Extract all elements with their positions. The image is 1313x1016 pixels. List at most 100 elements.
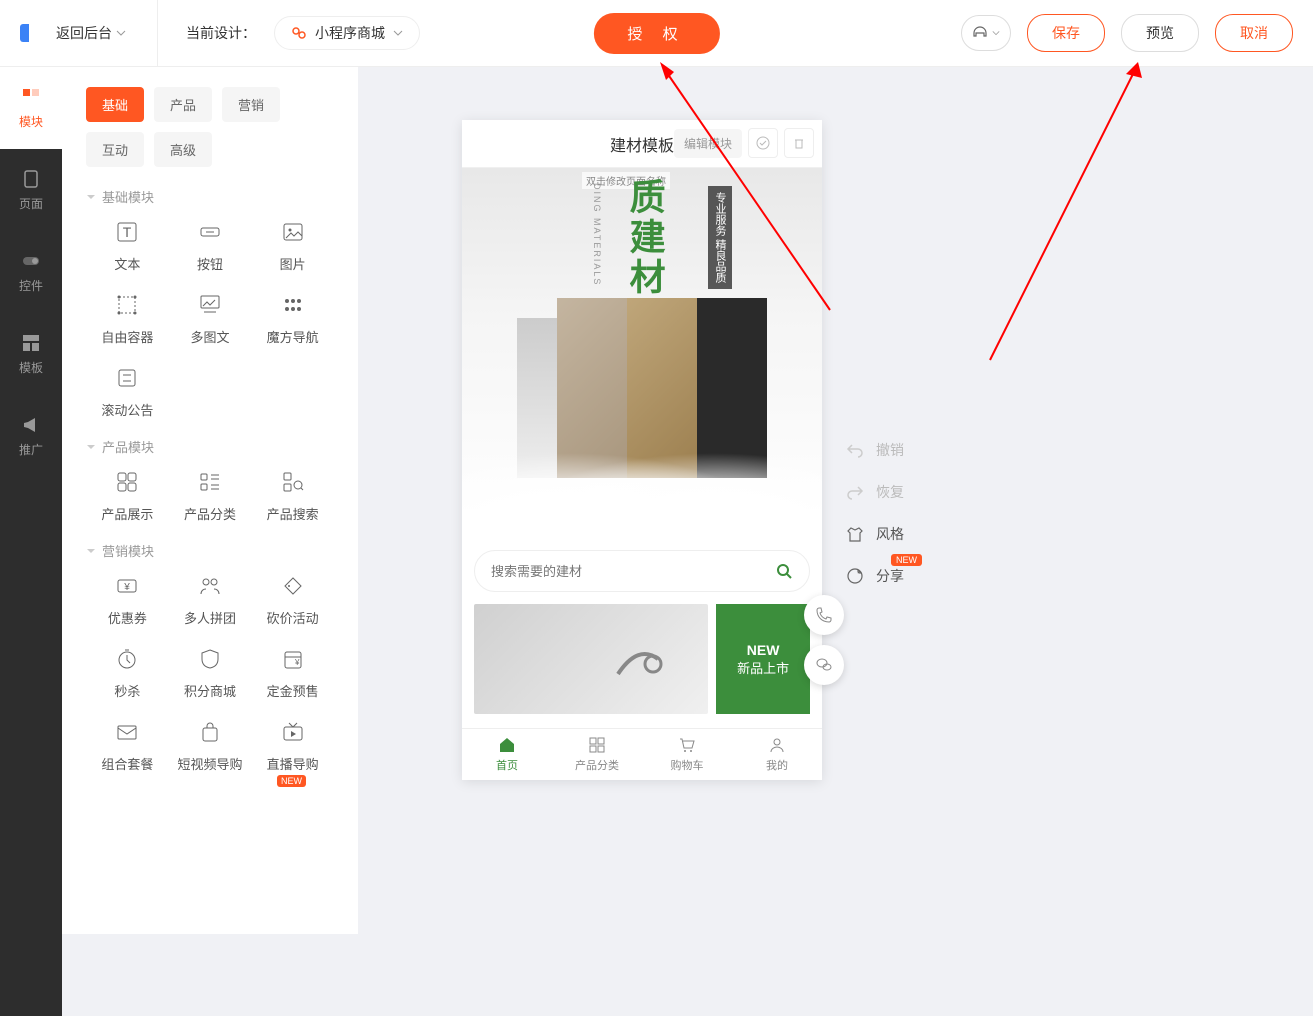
confirm-icon-button[interactable] xyxy=(748,128,778,158)
module-live[interactable]: 直播导购 xyxy=(251,720,334,773)
module-magic-nav[interactable]: 魔方导航 xyxy=(251,293,334,346)
phone-tabbar: 首页 产品分类 购物车 我的 xyxy=(462,728,822,780)
button-icon xyxy=(198,220,222,244)
section-title-basic[interactable]: 基础模块 xyxy=(86,187,334,206)
headset-icon xyxy=(972,25,988,41)
module-button[interactable]: 按钮 xyxy=(169,220,252,273)
search-input[interactable] xyxy=(491,564,775,579)
caret-down-icon xyxy=(86,442,96,452)
flash-icon xyxy=(115,647,139,671)
design-value: 小程序商城 xyxy=(315,23,385,43)
door-handle-image xyxy=(608,634,668,684)
module-points-mall[interactable]: 积分商城 xyxy=(169,647,252,700)
nav-item-pages[interactable]: 页面 xyxy=(0,149,62,231)
module-product-search[interactable]: 产品搜索 xyxy=(251,470,334,523)
phone-float-button[interactable] xyxy=(804,595,844,635)
module-container[interactable]: 自由容器 xyxy=(86,293,169,346)
wechat-float-button[interactable] xyxy=(804,645,844,685)
tab-interactive[interactable]: 互动 xyxy=(86,132,144,167)
user-icon xyxy=(768,736,786,754)
module-bargain[interactable]: 砍价活动 xyxy=(251,574,334,627)
coupon-icon: ¥ xyxy=(115,574,139,598)
banner-module[interactable]: 双击修改页面名称 DING MATERIALS 质建材 专业服务 精良品质 xyxy=(462,168,822,538)
cart-icon xyxy=(678,736,696,754)
cancel-button[interactable]: 取消 xyxy=(1215,14,1293,52)
logo-area: 返回后台 xyxy=(0,0,158,67)
home-icon xyxy=(498,736,516,754)
module-group-buy[interactable]: 多人拼团 xyxy=(169,574,252,627)
tabbar-category[interactable]: 产品分类 xyxy=(552,729,642,780)
tab-basic[interactable]: 基础 xyxy=(86,87,144,122)
promo-module[interactable]: NEW 新品上市 xyxy=(462,604,822,726)
banner-sub-text: 专业服务 精良品质 xyxy=(708,186,732,289)
caret-down-icon xyxy=(86,192,96,202)
share-button[interactable]: 分享NEW xyxy=(846,566,904,586)
nav-item-templates[interactable]: 模板 xyxy=(0,313,62,395)
module-scroll-notice[interactable]: 滚动公告 xyxy=(86,366,169,419)
nav-label: 页面 xyxy=(19,195,43,212)
tab-product[interactable]: 产品 xyxy=(154,87,212,122)
float-buttons xyxy=(804,595,844,685)
section-title-marketing[interactable]: 营销模块 xyxy=(86,541,334,560)
nav-item-modules[interactable]: 模块 xyxy=(0,67,62,149)
header-actions: 保存 预览 取消 xyxy=(961,14,1293,52)
search-module[interactable] xyxy=(474,550,810,592)
svg-text:¥: ¥ xyxy=(294,658,300,667)
module-deposit[interactable]: ¥定金预售 xyxy=(251,647,334,700)
share-icon xyxy=(846,567,864,585)
module-combo[interactable]: 组合套餐 xyxy=(86,720,169,773)
nav-label: 模板 xyxy=(19,359,43,376)
check-circle-icon xyxy=(756,136,770,150)
nav-item-promotion[interactable]: 推广 xyxy=(0,395,62,477)
tabbar-mine[interactable]: 我的 xyxy=(732,729,822,780)
module-coupon[interactable]: ¥优惠券 xyxy=(86,574,169,627)
module-multi-image[interactable]: 多图文 xyxy=(169,293,252,346)
tabbar-home[interactable]: 首页 xyxy=(462,729,552,780)
nav-item-controls[interactable]: 控件 xyxy=(0,231,62,313)
module-product-show[interactable]: 产品展示 xyxy=(86,470,169,523)
module-flash-sale[interactable]: 秒杀 xyxy=(86,647,169,700)
nav-label: 控件 xyxy=(19,277,43,294)
style-button[interactable]: 风格 xyxy=(846,524,904,544)
design-select[interactable]: 小程序商城 xyxy=(274,16,420,50)
phone-icon xyxy=(815,606,833,624)
chevron-down-icon xyxy=(393,28,403,38)
nav-label: 模块 xyxy=(19,113,43,130)
promo-new-text: NEW xyxy=(747,642,780,658)
redo-button[interactable]: 恢复 xyxy=(846,482,904,502)
chevron-down-icon xyxy=(116,28,126,38)
svg-text:T: T xyxy=(123,224,132,240)
auth-button[interactable]: 授 权 xyxy=(593,13,719,54)
preview-button[interactable]: 预览 xyxy=(1121,14,1199,52)
banner-english: DING MATERIALS xyxy=(592,183,602,286)
image-icon xyxy=(281,220,305,244)
module-short-video[interactable]: 短视频导购 xyxy=(169,720,252,773)
edit-module-button[interactable]: 编辑模块 xyxy=(674,129,742,158)
module-image[interactable]: 图片 xyxy=(251,220,334,273)
delete-icon-button[interactable] xyxy=(784,128,814,158)
undo-button[interactable]: 撤销 xyxy=(846,440,904,460)
save-button[interactable]: 保存 xyxy=(1027,14,1105,52)
chevron-down-icon xyxy=(992,29,1000,37)
tab-marketing[interactable]: 营销 xyxy=(222,87,280,122)
bag-icon xyxy=(198,720,222,744)
product-search-icon xyxy=(281,470,305,494)
bargain-icon xyxy=(281,574,305,598)
module-text[interactable]: T文本 xyxy=(86,220,169,273)
svg-text:¥: ¥ xyxy=(124,582,131,593)
miniprogram-icon xyxy=(291,25,307,41)
tabbar-cart[interactable]: 购物车 xyxy=(642,729,732,780)
page-title[interactable]: 建材模板 xyxy=(610,132,674,156)
module-tabs: 基础 产品 营销 互动 高级 xyxy=(86,87,334,167)
module-product-category[interactable]: 产品分类 xyxy=(169,470,252,523)
caret-down-icon xyxy=(86,546,96,556)
module-panel: 基础 产品 营销 互动 高级 基础模块 T文本 按钮 图片 自由容器 多图文 魔… xyxy=(62,67,358,934)
support-button[interactable] xyxy=(961,15,1011,51)
tab-advanced[interactable]: 高级 xyxy=(154,132,212,167)
back-button[interactable]: 返回后台 xyxy=(56,23,126,43)
new-badge: NEW xyxy=(277,775,306,787)
new-badge: NEW xyxy=(891,554,922,566)
template-icon xyxy=(21,333,41,353)
phone-preview: 建材模板 编辑模块 双击修改页面名称 DING MATERIALS 质建材 专业… xyxy=(462,120,822,780)
section-title-product[interactable]: 产品模块 xyxy=(86,437,334,456)
